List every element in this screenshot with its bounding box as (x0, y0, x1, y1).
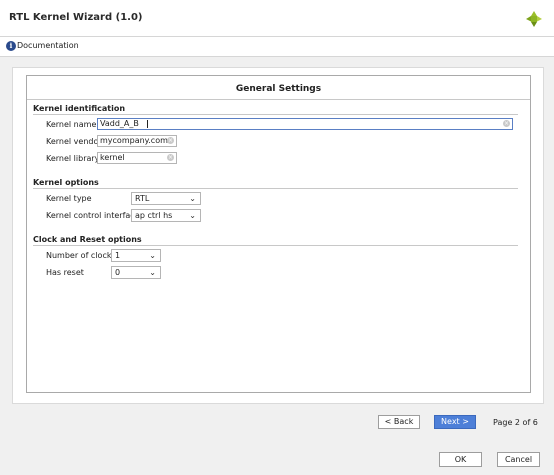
kernel-type-select[interactable]: RTL ⌄ (131, 192, 201, 205)
kernel-type-value: RTL (135, 194, 150, 203)
kernel-type-label: Kernel type (46, 194, 92, 203)
chevron-down-icon: ⌄ (189, 211, 196, 220)
clear-icon[interactable]: × (503, 120, 510, 127)
kernel-name-input[interactable]: Vadd_A_B × (97, 118, 513, 130)
general-settings-panel: General Settings Kernel identification K… (26, 75, 531, 393)
divider (33, 114, 518, 115)
page-indicator: Page 2 of 6 (493, 418, 538, 427)
has-reset-select[interactable]: 0 ⌄ (111, 266, 161, 279)
window-title: RTL Kernel Wizard (1.0) (9, 12, 143, 23)
panel-title: General Settings (235, 84, 322, 94)
kernel-name-label: Kernel name (46, 120, 97, 129)
kernel-library-value: kernel (100, 153, 125, 162)
documentation-link[interactable]: Documentation (17, 41, 79, 50)
chevron-down-icon: ⌄ (149, 251, 156, 260)
documentation-bar: i Documentation (0, 37, 554, 57)
kernel-library-label: Kernel library (46, 154, 100, 163)
title-bar: RTL Kernel Wizard (1.0) (0, 0, 554, 37)
has-reset-label: Has reset (46, 268, 84, 277)
vivado-logo-icon (526, 11, 542, 27)
number-of-clocks-select[interactable]: 1 ⌄ (111, 249, 161, 262)
ok-button[interactable]: OK (439, 452, 482, 467)
section-title-kernel-options: Kernel options (33, 178, 99, 187)
kernel-name-value: Vadd_A_B (100, 119, 139, 128)
divider (33, 188, 518, 189)
kernel-vendor-value: mycompany.com (100, 136, 168, 145)
text-caret (147, 120, 148, 128)
clear-icon[interactable]: × (167, 154, 174, 161)
clear-icon[interactable]: × (167, 137, 174, 144)
has-reset-value: 0 (115, 268, 121, 277)
section-title-clock-reset: Clock and Reset options (33, 235, 142, 244)
divider (33, 245, 518, 246)
kernel-vendor-label: Kernel vendor (46, 137, 102, 146)
info-icon: i (6, 41, 16, 51)
section-title-kernel-identification: Kernel identification (33, 104, 126, 113)
divider (27, 99, 530, 100)
kernel-vendor-input[interactable]: mycompany.com × (97, 135, 177, 147)
back-button[interactable]: < Back (378, 415, 420, 429)
kernel-control-interface-label: Kernel control interface (46, 211, 140, 220)
kernel-library-input[interactable]: kernel × (97, 152, 177, 164)
kernel-control-interface-value: ap ctrl hs (135, 211, 173, 220)
kernel-control-interface-select[interactable]: ap ctrl hs ⌄ (131, 209, 201, 222)
number-of-clocks-value: 1 (115, 251, 121, 260)
next-button[interactable]: Next > (434, 415, 476, 429)
chevron-down-icon: ⌄ (149, 268, 156, 277)
cancel-button[interactable]: Cancel (497, 452, 540, 467)
number-of-clocks-label: Number of clocks (46, 251, 116, 260)
chevron-down-icon: ⌄ (189, 194, 196, 203)
